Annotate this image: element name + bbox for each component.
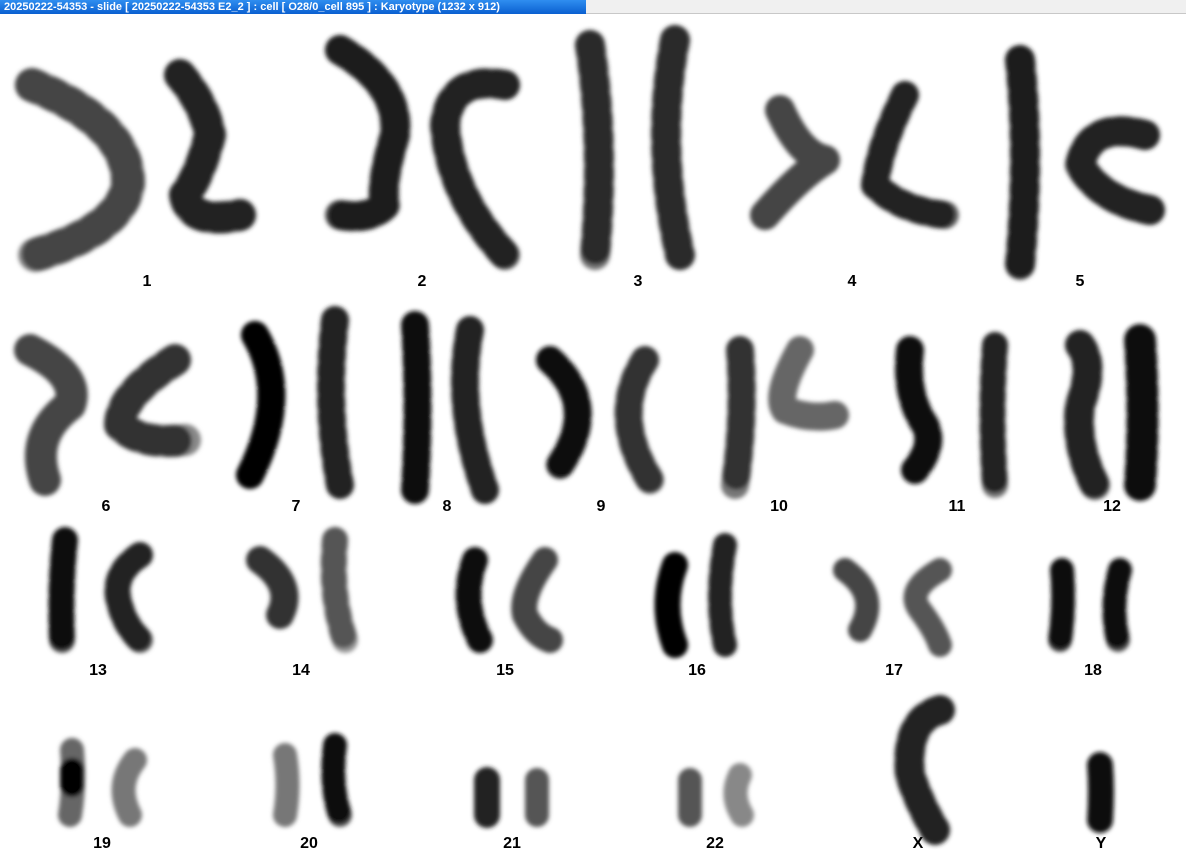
chromosome-label-3: 3 (633, 273, 643, 290)
chromosome-label-2: 2 (417, 273, 427, 290)
chromosome-label-12: 12 (1103, 498, 1121, 515)
chromosome-6-image (14, 334, 201, 496)
chromosome-label-4: 4 (847, 273, 857, 290)
chromosome-12-image (1064, 324, 1159, 501)
chromosome-label-11: 11 (948, 498, 966, 515)
chromosome-18-image (1048, 558, 1132, 652)
chromosome-10-image (721, 336, 849, 499)
chromosome-label-20: 20 (300, 835, 318, 852)
window-title: 20250222-54353 - slide [ 20250222-54353 … (4, 1, 500, 13)
chromosome-5-image (1005, 45, 1165, 280)
chromosome-y-image (1087, 752, 1114, 833)
chromosome-8-image (401, 311, 499, 504)
chromosome-label-19: 19 (93, 835, 111, 852)
chromosome-1-image (15, 59, 256, 272)
chromosome-21-image (474, 767, 549, 828)
chromosome-label-9: 9 (596, 498, 606, 515)
chromosome-label-13: 13 (89, 662, 107, 679)
chromosome-2-image (325, 35, 520, 270)
chromosome-label-16: 16 (688, 662, 706, 679)
window-title-bar: 20250222-54353 - slide [ 20250222-54353 … (0, 0, 586, 14)
chromosome-label-5: 5 (1075, 273, 1085, 290)
chromosome-label-7: 7 (291, 498, 301, 515)
chromosome-label-18: 18 (1084, 662, 1102, 679)
chromosome-15-image (455, 547, 563, 653)
title-bar-empty-area (586, 0, 1186, 14)
chromosome-7-image (236, 306, 354, 499)
chromosome-20-image (273, 733, 352, 827)
chromosome-17-image (833, 558, 952, 657)
chromosome-label-14: 14 (292, 662, 310, 679)
chromosome-label-x: X (912, 835, 924, 852)
chromosome-label-6: 6 (101, 498, 111, 515)
chromosome-19-image (58, 738, 147, 827)
chromosome-22-image (677, 763, 754, 827)
chromosome-4-image (750, 81, 959, 230)
chromosome-label-22: 22 (706, 835, 724, 852)
chromosome-label-17: 17 (885, 662, 903, 679)
chromosome-16-image (654, 533, 737, 658)
chromosome-label-21: 21 (503, 835, 521, 852)
karyotype-canvas: 1 2 3 4 5 6 7 8 9 10 11 12 13 14 15 16 1… (0, 15, 1186, 862)
chromosome-images (14, 25, 1165, 845)
chromosome-9-image (536, 346, 664, 494)
chromosome-label-10: 10 (770, 498, 788, 515)
chromosome-14-image (246, 527, 358, 653)
chromosome-13-image (48, 527, 153, 653)
chromosome-x-image (894, 695, 955, 845)
chromosome-label-1: 1 (142, 273, 152, 290)
chromosome-label-8: 8 (442, 498, 452, 515)
chromosome-label-y: Y (1095, 835, 1107, 852)
chromosome-label-15: 15 (496, 662, 514, 679)
chromosome-3-image (575, 25, 695, 270)
chromosome-11-image (895, 332, 1008, 498)
